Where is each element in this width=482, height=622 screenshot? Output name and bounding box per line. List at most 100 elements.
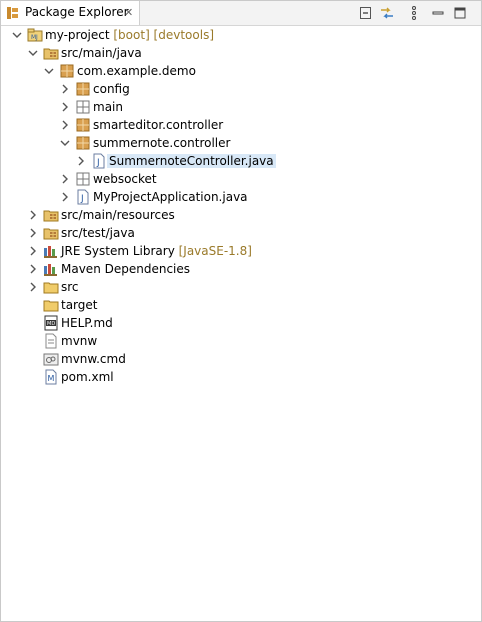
tree-item-name: com.example.demo (77, 64, 196, 78)
tree-item-decoration: [boot] [devtools] (109, 28, 214, 42)
tree-item-label: main (93, 99, 123, 115)
chevron-down-icon[interactable] (27, 47, 39, 59)
tree-item[interactable]: summernote.controller (1, 134, 481, 152)
tree-item[interactable]: src (1, 278, 481, 296)
tree-item-name: pom.xml (61, 370, 114, 384)
chevron-right-icon[interactable] (27, 245, 39, 257)
tree-item-label: MyProjectApplication.java (93, 189, 248, 205)
tab-label: Package Explorer (25, 5, 129, 19)
tree-item-label: src/main/java (61, 45, 142, 61)
svg-text:J: J (35, 34, 38, 41)
source-folder-icon (43, 228, 59, 240)
chevron-right-icon[interactable] (59, 83, 71, 95)
tree-item-label: pom.xml (61, 369, 114, 385)
tree-item-name: main (93, 100, 123, 114)
svg-text:M: M (48, 374, 55, 383)
tree-item-name: mvnw (61, 334, 98, 348)
chevron-right-icon[interactable] (59, 119, 71, 131)
tree-item[interactable]: MD HELP.md (1, 314, 481, 332)
tree-item-name: src/test/java (61, 226, 135, 240)
tree-item[interactable]: J SummernoteController.java (1, 152, 481, 170)
tree-item-name: Maven Dependencies (61, 262, 191, 276)
tree-item[interactable]: smarteditor.controller (1, 116, 481, 134)
tree-item[interactable]: target (1, 296, 481, 314)
tab-package-explorer[interactable]: Package Explorer ✕ (1, 1, 140, 25)
tree-item-label: src (61, 279, 79, 295)
tree-item-name: websocket (93, 172, 157, 186)
tree-item-name: SummernoteController.java (107, 154, 276, 168)
chevron-right-icon[interactable] (59, 173, 71, 185)
tree-item[interactable]: Mpom.xml (1, 368, 481, 386)
kebab-menu-icon[interactable] (406, 5, 422, 21)
chevron-down-icon[interactable] (59, 137, 71, 149)
tree-item-label: src/test/java (61, 225, 135, 241)
chevron-right-icon[interactable] (27, 263, 39, 275)
tree-item-name: summernote.controller (93, 136, 231, 150)
chevron-right-icon[interactable] (27, 209, 39, 221)
tree-item[interactable]: JRE System Library [JavaSE-1.8] (1, 242, 481, 260)
svg-text:MD: MD (47, 321, 55, 327)
package-icon (76, 82, 90, 96)
package-icon (76, 118, 90, 132)
tree-item-label: SummernoteController.java (107, 153, 276, 169)
tree-item-decoration: [JavaSE-1.8] (174, 244, 252, 258)
tree-item-name: MyProjectApplication.java (93, 190, 248, 204)
package-icon (76, 136, 90, 150)
chevron-down-icon[interactable] (11, 29, 23, 41)
tree-item[interactable]: src/test/java (1, 224, 481, 242)
tree-item[interactable]: com.example.demo (1, 62, 481, 80)
chevron-right-icon[interactable] (59, 191, 71, 203)
markdown-file-icon: MD (44, 315, 58, 331)
folder-icon (43, 282, 59, 294)
svg-text:J: J (96, 158, 100, 168)
tree-item-label: mvnw.cmd (61, 351, 126, 367)
svg-text:J: J (80, 194, 84, 204)
tree-item[interactable]: websocket (1, 170, 481, 188)
tree-item-name: src (61, 280, 79, 294)
cmd-file-icon (43, 353, 59, 366)
empty-package-icon (76, 100, 90, 114)
tree-item-name: src/main/java (61, 46, 142, 60)
tree-item[interactable]: main (1, 98, 481, 116)
tree-item[interactable]: mvnw (1, 332, 481, 350)
source-folder-icon (43, 210, 59, 222)
library-icon (44, 264, 57, 276)
tree-item-label: summernote.controller (93, 135, 230, 151)
tree-item-name: HELP.md (61, 316, 113, 330)
tree-item-label: com.example.demo (77, 63, 196, 79)
close-icon[interactable]: ✕ (124, 6, 133, 20)
tree-item-label: mvnw (61, 333, 97, 349)
chevron-right-icon[interactable] (75, 155, 87, 167)
package-icon (60, 64, 74, 78)
tree-item[interactable]: J MyProjectApplication.java (1, 188, 481, 206)
tree-item[interactable]: config (1, 80, 481, 98)
tree-item[interactable]: src/main/resources (1, 206, 481, 224)
folder-icon (43, 300, 59, 312)
tree-item-label: websocket (93, 171, 157, 187)
tree-item[interactable]: M Jmy-project [boot] [devtools] (1, 26, 481, 44)
chevron-right-icon[interactable] (27, 227, 39, 239)
tree-item-label: my-project [boot] [devtools] (45, 27, 214, 43)
project-icon: MJ (27, 28, 43, 42)
source-folder-icon (43, 48, 59, 60)
maven-pom-icon: M (45, 369, 57, 385)
link-with-editor-icon[interactable] (379, 5, 395, 21)
collapse-all-icon[interactable] (358, 5, 374, 21)
text-file-icon (45, 333, 57, 349)
tree-item[interactable]: src/main/java (1, 44, 481, 62)
tree-item-label: JRE System Library [JavaSE-1.8] (61, 243, 252, 259)
chevron-right-icon[interactable] (59, 101, 71, 113)
tree-item-name: config (93, 82, 130, 96)
tree-item-name: src/main/resources (61, 208, 175, 222)
tree-item-label: src/main/resources (61, 207, 175, 223)
chevron-right-icon[interactable] (27, 281, 39, 293)
view-tab-bar: Package Explorer ✕ (1, 1, 481, 26)
tree-item-name: target (61, 298, 98, 312)
tree-item-label: HELP.md (61, 315, 113, 331)
minimize-icon[interactable] (430, 5, 446, 21)
tree-item-label: Maven Dependencies (61, 261, 190, 277)
maximize-icon[interactable] (452, 5, 468, 21)
tree-item[interactable]: Maven Dependencies (1, 260, 481, 278)
chevron-down-icon[interactable] (43, 65, 55, 77)
tree-item[interactable]: mvnw.cmd (1, 350, 481, 368)
